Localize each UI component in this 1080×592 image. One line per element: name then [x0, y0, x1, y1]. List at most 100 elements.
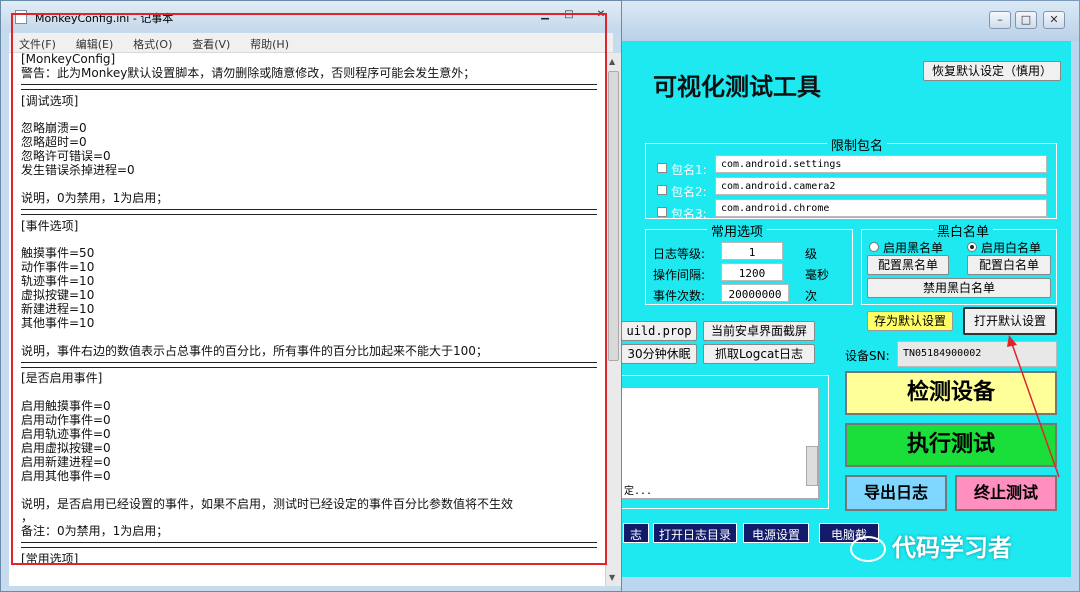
scroll-up-icon[interactable]: ▲ [609, 57, 615, 66]
white-list-radio[interactable] [967, 242, 977, 252]
screenshot-button[interactable]: 当前安卓界面截屏 [703, 321, 815, 341]
minimize-icon[interactable]: ▁ [533, 9, 557, 23]
notepad-title: MonkeyConfig.ini - 记事本 [35, 12, 174, 25]
interval-unit: 毫秒 [805, 268, 830, 282]
black-list-radio-label: 启用黑名单 [883, 241, 944, 255]
text-line: 启用轨迹事件=0 [21, 428, 111, 442]
menu-view[interactable]: 查看(V) [182, 33, 236, 52]
notepad-icon [15, 10, 27, 24]
text-line: 警告：此为Monkey默认设置脚本，请勿删除或随意修改，否则程序可能会发生意外； [21, 66, 476, 80]
menu-edit[interactable]: 编辑(E) [66, 33, 120, 52]
common-options-label: 常用选项 [707, 221, 768, 240]
scroll-down-icon[interactable]: ▼ [609, 573, 615, 582]
text-line: 说明，0为禁用，1为启用； [21, 191, 169, 205]
text-line: 启用触摸事件=0 [21, 400, 111, 414]
text-line: 启用动作事件=0 [21, 414, 111, 428]
build-prop-button[interactable]: uild.prop [621, 321, 697, 341]
annotation-arrow [1007, 335, 1060, 478]
events-label: 事件次数: [653, 289, 706, 303]
separator-line [9, 539, 605, 553]
separator-line [9, 81, 605, 95]
sleep-button[interactable]: 30分钟休眠 [621, 344, 697, 364]
text-line: 忽略许可错误=0 [21, 150, 111, 164]
text-line: 说明，是否启用已经设置的事件，如果不启用，测试时已经设定的事件百分比参数值将不生… [21, 497, 514, 511]
device-sn-label: 设备SN: [845, 349, 890, 363]
maximize-icon[interactable]: □ [1015, 11, 1037, 29]
notepad-menubar: 文件(F) 编辑(E) 格式(O) 查看(V) 帮助(H) [9, 33, 613, 53]
text-line: [常用选项] [21, 553, 79, 567]
text-line: 启用虚拟按键=0 [21, 441, 111, 455]
scroll-thumb[interactable] [608, 71, 619, 361]
bottom-button-log[interactable]: 志 [623, 523, 649, 543]
package2-checkbox[interactable] [657, 185, 667, 195]
text-line: 虚拟按键=10 [21, 289, 95, 303]
config-blacklist-button[interactable]: 配置黑名单 [867, 255, 949, 275]
text-line: [事件选项] [21, 219, 79, 233]
menu-help[interactable]: 帮助(H) [240, 33, 295, 52]
package2-input[interactable]: com.android.camera2 [715, 177, 1047, 195]
menu-file[interactable]: 文件(F) [9, 33, 62, 52]
package2-label: 包名2: [671, 185, 707, 199]
log-textarea[interactable]: 定... [621, 387, 819, 499]
text-line: 说明，事件右边的数值表示占总事件的百分比，所有事件的百分比加起来不能大于100； [21, 344, 488, 358]
events-unit: 次 [805, 289, 818, 303]
interval-input[interactable]: 1200 [721, 263, 783, 281]
text-line: 备注：0为禁用，1为启用； [21, 525, 169, 539]
open-log-dir-button[interactable]: 打开日志目录 [653, 523, 737, 543]
package3-input[interactable]: com.android.chrome [715, 199, 1047, 217]
logcat-button[interactable]: 抓取Logcat日志 [703, 344, 815, 364]
blackwhite-label: 黑白名单 [933, 221, 994, 240]
text-line: 忽略超时=0 [21, 136, 87, 150]
events-input[interactable]: 20000000 [721, 284, 789, 302]
text-line [9, 178, 605, 192]
restore-default-button[interactable]: 恢复默认设定（慎用） [923, 61, 1061, 81]
text-line [9, 386, 605, 400]
text-line: 发生错误杀掉进程=0 [21, 164, 135, 178]
package3-label: 包名3: [671, 207, 707, 221]
text-line: 忽略崩溃=0 [21, 122, 87, 136]
text-line: [MonkeyConfig] [21, 53, 116, 66]
text-line: [调试选项] [21, 94, 79, 108]
text-line: 其他事件=10 [21, 316, 95, 330]
tool-client-area: 可视化测试工具 恢复默认设定（慎用） 限制包名 包名1: com.android… [615, 41, 1071, 577]
log-scrollbar[interactable] [806, 446, 818, 486]
text-line: 动作事件=10 [21, 261, 95, 275]
close-icon[interactable]: ✕ [589, 9, 613, 23]
text-line [9, 484, 605, 498]
save-default-button[interactable]: 存为默认设置 [867, 311, 953, 331]
notepad-text-area[interactable]: [MonkeyConfig] 警告：此为Monkey默认设置脚本，请勿删除或随意修… [9, 53, 605, 586]
text-line: 启用其他事件=0 [21, 469, 111, 483]
package1-checkbox[interactable] [657, 163, 667, 173]
package1-input[interactable]: com.android.settings [715, 155, 1047, 173]
log-level-input[interactable]: 1 [721, 242, 783, 260]
power-settings-button[interactable]: 电源设置 [743, 523, 809, 543]
tool-titlebar: – □ ✕ [609, 1, 1079, 41]
package1-label: 包名1: [671, 163, 707, 177]
minimize-icon[interactable]: – [989, 11, 1011, 29]
separator-line [9, 359, 605, 373]
notepad-scrollbar[interactable]: ▲ ▼ [605, 53, 621, 586]
black-list-radio[interactable] [869, 242, 879, 252]
log-level-unit: 级 [805, 247, 818, 261]
white-list-radio-label: 启用白名单 [981, 241, 1042, 255]
close-icon[interactable]: ✕ [1043, 11, 1065, 29]
text-line: 新建进程=10 [21, 303, 95, 317]
text-line: 轨迹事件=10 [21, 275, 95, 289]
watermark: 代码学习者 [850, 528, 1060, 562]
tool-title: 可视化测试工具 [653, 72, 821, 101]
config-whitelist-button[interactable]: 配置白名单 [967, 255, 1051, 275]
wechat-icon [850, 536, 886, 562]
notepad-titlebar: MonkeyConfig.ini - 记事本 ▁ □ ✕ [1, 1, 621, 31]
export-log-button[interactable]: 导出日志 [845, 475, 947, 511]
text-line: ， [21, 511, 34, 525]
package3-checkbox[interactable] [657, 207, 667, 217]
menu-format[interactable]: 格式(O) [123, 33, 178, 52]
text-line: 启用新建进程=0 [21, 455, 111, 469]
interval-label: 操作间隔: [653, 268, 706, 282]
tool-window: – □ ✕ 可视化测试工具 恢复默认设定（慎用） 限制包名 包名1: com.a… [608, 0, 1080, 592]
maximize-icon[interactable]: □ [557, 9, 581, 23]
log-level-label: 日志等级: [653, 247, 706, 261]
text-line [9, 331, 605, 345]
watermark-text: 代码学习者 [892, 534, 1012, 562]
disable-blackwhite-button[interactable]: 禁用黑白名单 [867, 278, 1051, 298]
